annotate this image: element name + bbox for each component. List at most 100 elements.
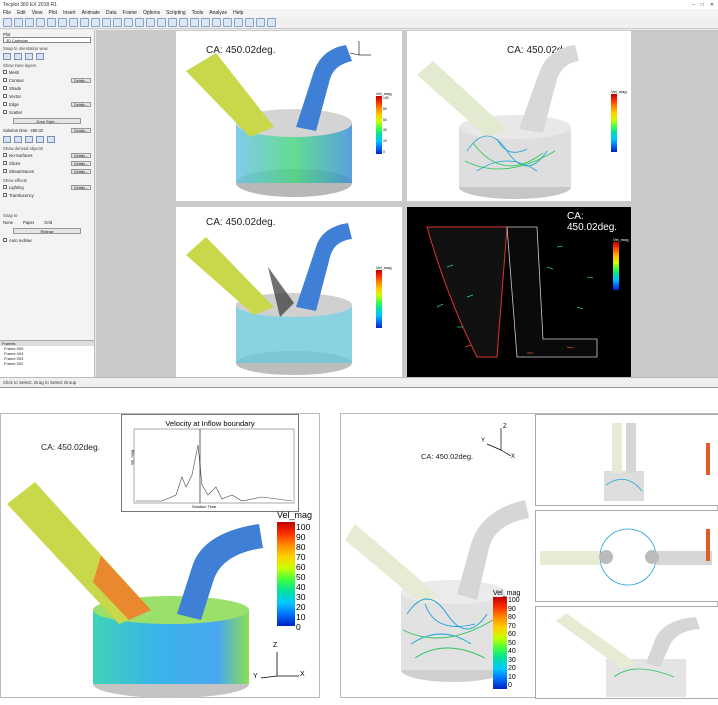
layer-vector[interactable]: Vector (3, 92, 91, 100)
roll-icon[interactable] (135, 18, 144, 27)
checkbox[interactable] (3, 102, 7, 106)
first-frame-icon[interactable] (3, 136, 11, 143)
snap-none-radio[interactable]: None (3, 220, 13, 225)
derived-streamtraces[interactable]: Streamtraces Details... (3, 167, 91, 175)
last-frame-icon[interactable] (47, 136, 55, 143)
plot-type-select[interactable]: 3D Cartesian (3, 37, 91, 43)
frame-contour[interactable]: CA: 450.02deg. Vel_mag 100 80 60 40 20 0 (175, 30, 403, 202)
circle-icon[interactable] (245, 18, 254, 27)
frame-streamtraces[interactable]: CA: 450.02deg. Vel_mag (406, 30, 632, 202)
checkbox[interactable] (3, 70, 7, 74)
menu-insert[interactable]: Insert (63, 10, 76, 16)
details-button[interactable]: Details... (71, 77, 91, 83)
ellipse-icon[interactable] (256, 18, 265, 27)
iso-view-pane[interactable] (535, 606, 718, 699)
new-icon[interactable] (3, 18, 12, 27)
step-forward-icon[interactable] (36, 136, 44, 143)
details-button[interactable]: Details... (71, 127, 91, 133)
snap-paper-radio[interactable]: Paper (23, 220, 34, 225)
undo-icon[interactable] (47, 18, 56, 27)
details-button[interactable]: Details... (71, 101, 91, 107)
checkbox[interactable] (3, 94, 7, 98)
line-icon[interactable] (212, 18, 221, 27)
view-iso-icon[interactable] (36, 53, 44, 60)
color-legend: Vel_mag (611, 89, 627, 152)
frame-item[interactable]: Frame 002 (0, 361, 94, 366)
menu-frame[interactable]: Frame (122, 10, 136, 16)
open-icon[interactable] (14, 18, 23, 27)
text-icon[interactable] (201, 18, 210, 27)
menu-file[interactable]: File (3, 10, 11, 16)
layer-edge[interactable]: Edge Details... (3, 100, 91, 108)
frame-vector-field[interactable]: CA: 450.02deg. Vel_mag (406, 206, 632, 378)
checkbox[interactable] (3, 86, 7, 90)
adjust-icon[interactable] (80, 18, 89, 27)
layer-shade[interactable]: Shade (3, 84, 91, 92)
menu-animate[interactable]: Animate (82, 10, 100, 16)
top-view-pane[interactable] (535, 510, 718, 602)
redo-icon[interactable] (58, 18, 67, 27)
view-z-icon[interactable] (25, 53, 33, 60)
snap-grid-radio[interactable]: Grid (44, 220, 52, 225)
checkbox[interactable] (3, 169, 7, 173)
menu-scripting[interactable]: Scripting (166, 10, 185, 16)
side-view-pane[interactable] (535, 414, 718, 506)
layer-scatter[interactable]: Scatter (3, 108, 91, 116)
square-icon[interactable] (234, 18, 243, 27)
details-button[interactable]: Details... (71, 184, 91, 190)
view-y-icon[interactable] (14, 53, 22, 60)
checkbox[interactable] (3, 185, 7, 189)
solution-time-value[interactable]: 450.02 (30, 128, 43, 133)
details-button[interactable]: Details... (71, 168, 91, 174)
details-button[interactable]: Details... (71, 160, 91, 166)
menu-analyze[interactable]: Analyze (209, 10, 227, 16)
zone-style-button[interactable]: Zone Style... (13, 118, 81, 124)
maximize-icon[interactable]: □ (701, 2, 704, 8)
menu-options[interactable]: Options (143, 10, 160, 16)
rectangle-icon[interactable] (223, 18, 232, 27)
color-legend: Vel_mag 100 90 80 70 60 50 40 30 20 10 0 (493, 590, 520, 689)
play-icon[interactable] (25, 136, 33, 143)
probe-icon[interactable] (157, 18, 166, 27)
redraw-button[interactable]: Redraw (13, 228, 81, 234)
menu-edit[interactable]: Edit (17, 10, 26, 16)
layer-mesh[interactable]: Mesh (3, 68, 91, 76)
contour-icon[interactable] (190, 18, 199, 27)
streamtrace-icon[interactable] (179, 18, 188, 27)
step-back-icon[interactable] (14, 136, 22, 143)
menu-plot[interactable]: Plot (48, 10, 57, 16)
twist-icon[interactable] (146, 18, 155, 27)
close-icon[interactable]: ✕ (710, 2, 714, 8)
derived-iso[interactable]: Iso-Surfaces Details... (3, 151, 91, 159)
checkbox[interactable] (3, 238, 7, 242)
layer-contour[interactable]: Contour Details... (3, 76, 91, 84)
polyline-icon[interactable] (267, 18, 276, 27)
menu-tools[interactable]: Tools (192, 10, 204, 16)
effect-translucency[interactable]: Translucency (3, 191, 91, 199)
checkbox[interactable] (3, 193, 7, 197)
derived-slices[interactable]: Slices Details... (3, 159, 91, 167)
select-icon[interactable] (69, 18, 78, 27)
legend-bar (277, 522, 295, 626)
checkbox[interactable] (3, 78, 7, 82)
menu-help[interactable]: Help (233, 10, 243, 16)
details-button[interactable]: Details... (71, 152, 91, 158)
print-icon[interactable] (36, 18, 45, 27)
slice-icon[interactable] (168, 18, 177, 27)
frame-slice[interactable]: CA: 450.02deg. Vel_mag (175, 206, 403, 378)
rotate-icon[interactable] (113, 18, 122, 27)
effect-lighting[interactable]: Lighting Details... (3, 183, 91, 191)
legend-title: Vel_mag (376, 265, 392, 270)
checkbox[interactable] (3, 110, 7, 114)
auto-redraw-row[interactable]: Auto redraw (3, 236, 91, 244)
menu-view[interactable]: View (32, 10, 43, 16)
zoom-icon[interactable] (91, 18, 100, 27)
view-x-icon[interactable] (3, 53, 11, 60)
save-icon[interactable] (25, 18, 34, 27)
minimize-icon[interactable]: – (692, 2, 695, 8)
checkbox[interactable] (3, 153, 7, 157)
translate-icon[interactable] (102, 18, 111, 27)
spherical-rotate-icon[interactable] (124, 18, 133, 27)
menu-data[interactable]: Data (106, 10, 117, 16)
checkbox[interactable] (3, 161, 7, 165)
